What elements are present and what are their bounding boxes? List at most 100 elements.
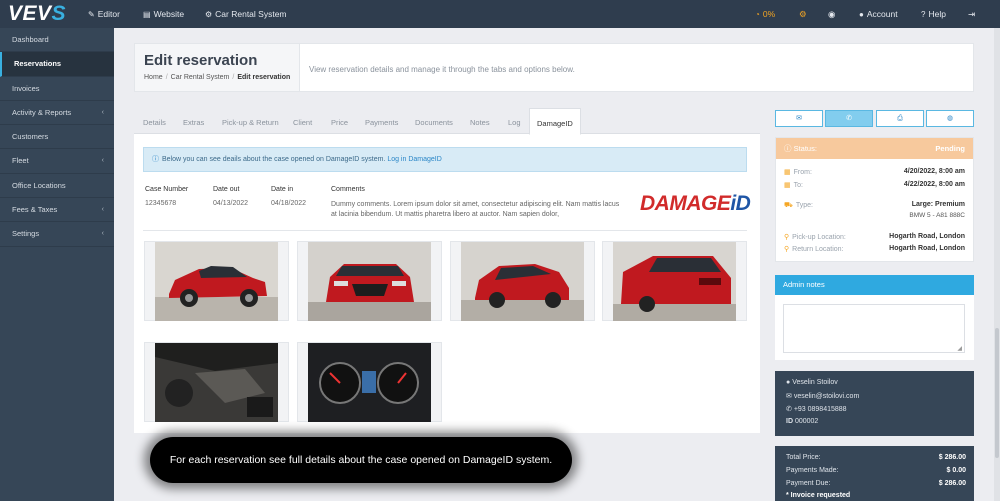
header-title-block: Edit reservation Home / Car Rental System /… [135, 44, 300, 91]
page-title: Edit reservation [144, 52, 258, 69]
return-value: Hogarth Road, London [889, 245, 965, 252]
chevron-left-icon: ‹ [101, 230, 104, 238]
help-link[interactable]: ? Help [921, 0, 946, 28]
tab-bar: Details Extras Pick-up & Return Client P… [134, 108, 760, 135]
sidebar: Dashboard Reservations Invoices Activity… [0, 28, 114, 501]
breadcrumb-car-rental[interactable]: Car Rental System [171, 74, 230, 81]
chevron-left-icon: ‹ [101, 108, 104, 116]
chevron-left-icon: ‹ [101, 157, 104, 165]
location-pin-icon: ⚲ [784, 234, 790, 241]
case-number-header: Case Number [145, 186, 189, 193]
client-email[interactable]: ✉ veselin@stoilovi.com [786, 392, 859, 400]
print-icon: ⎙ [897, 115, 903, 122]
admin-notes-title: Admin notes [775, 275, 974, 295]
divider [143, 230, 747, 231]
sidebar-item-reservations[interactable]: Reservations [0, 52, 114, 77]
tab-extras[interactable]: Extras [183, 108, 204, 134]
damageid-logo: DAMAGEiD [640, 192, 751, 215]
breadcrumb-home[interactable]: Home [144, 74, 163, 81]
invoice-requested: * Invoice requested [786, 492, 851, 499]
app-logo[interactable]: VEVS [8, 2, 66, 26]
settings-button[interactable]: ⚙ [799, 0, 807, 28]
call-button[interactable]: ✆ [825, 110, 873, 127]
logout-icon: ⇥ [968, 9, 976, 19]
to-label: ▦ To: [784, 182, 803, 189]
car-front-angle-photo [461, 242, 584, 321]
status-card: ⓘ Status: Pending ▦ From: 4/20/2022, 8:00 … [775, 137, 974, 262]
logout-button[interactable]: ⇥ [968, 0, 975, 28]
sidebar-item-activity-reports[interactable]: Activity & Reports ‹ [0, 101, 114, 126]
progress-indicator[interactable]: ◔ 0% [755, 0, 775, 28]
damageid-login-link[interactable]: Log in DamageID [387, 156, 441, 163]
globe-icon: ◍ [946, 115, 954, 122]
tab-log[interactable]: Log [508, 108, 521, 134]
type-label: ⛟ Type: [784, 202, 813, 209]
sidebar-item-settings[interactable]: Settings ‹ [0, 222, 114, 247]
client-phone[interactable]: ✆ +93 0898415888 [786, 405, 847, 413]
website-link[interactable]: ▤ Website [143, 0, 184, 28]
sidebar-item-fleet[interactable]: Fleet ‹ [0, 149, 114, 174]
editor-link[interactable]: ✎ Editor [88, 0, 120, 28]
preview-button[interactable]: ◉ [828, 0, 835, 28]
pickup-label: ⚲ Pick-up Location: [784, 234, 846, 241]
sidebar-item-fees-taxes[interactable]: Fees & Taxes ‹ [0, 198, 114, 223]
tab-pickup-return[interactable]: Pick-up & Return [222, 108, 279, 134]
page-description: View reservation details and manage it t… [309, 65, 575, 74]
admin-notes-card: Admin notes ◢ [775, 275, 974, 360]
account-link[interactable]: ● Account [859, 0, 898, 28]
envelope-icon: ✉ [786, 393, 794, 400]
envelope-icon: ✉ [796, 115, 802, 122]
sidebar-item-office-locations[interactable]: Office Locations [0, 174, 114, 199]
print-button[interactable]: ⎙ [876, 110, 924, 127]
caption-overlay: For each reservation see full details ab… [150, 437, 572, 483]
tab-details[interactable]: Details [143, 108, 166, 134]
web-button[interactable]: ◍ [926, 110, 974, 127]
car-rental-link[interactable]: ⚙ Car Rental System [205, 0, 287, 28]
pickup-value: Hogarth Road, London [889, 233, 965, 240]
status-badge: Pending [935, 144, 965, 153]
damage-photo-4[interactable] [602, 241, 747, 321]
payments-made-row: Payments Made: $ 0.00 [786, 467, 966, 474]
return-label: ⚲ Return Location: [784, 246, 844, 253]
payment-due-row: Payment Due: $ 286.00 [786, 480, 966, 487]
email-button[interactable]: ✉ [775, 110, 823, 127]
scrollbar-thumb[interactable] [995, 328, 999, 458]
type-value: Large: Premium [911, 201, 965, 208]
info-icon: ⓘ [784, 144, 794, 153]
user-icon: ● [859, 10, 864, 19]
admin-notes-textarea[interactable]: ◢ [783, 304, 965, 353]
sidebar-item-dashboard[interactable]: Dashboard [0, 28, 114, 53]
resize-grip-icon[interactable]: ◢ [957, 345, 962, 352]
damage-photo-6[interactable] [297, 342, 442, 422]
sidebar-item-invoices[interactable]: Invoices [0, 77, 114, 101]
sidebar-item-customers[interactable]: Customers [0, 125, 114, 150]
tab-price[interactable]: Price [331, 108, 348, 134]
page-header: Edit reservation Home / Car Rental System /… [134, 43, 974, 92]
page-scrollbar[interactable] [994, 28, 1000, 501]
car-icon: ⛟ [784, 202, 793, 209]
comments-header: Comments [331, 186, 365, 193]
date-in-header: Date in [271, 186, 294, 193]
top-bar: VEVS ✎ Editor ▤ Website ⚙ Car Rental System… [0, 0, 1000, 28]
type-vehicle: BMW 5 - A81 888C [909, 212, 965, 219]
damage-photo-1[interactable] [144, 241, 289, 321]
phone-icon: ✆ [786, 406, 794, 413]
tab-damageid[interactable]: DamageID [529, 108, 581, 135]
from-label: ▦ From: [784, 169, 812, 176]
breadcrumb: Home / Car Rental System / Edit reservation [144, 74, 291, 81]
car-side-photo [155, 242, 278, 321]
damage-photo-2[interactable] [297, 241, 442, 321]
damage-photo-5[interactable] [144, 342, 289, 422]
tab-client[interactable]: Client [293, 108, 312, 134]
tab-documents[interactable]: Documents [415, 108, 453, 134]
tab-notes[interactable]: Notes [470, 108, 490, 134]
calendar-icon: ▦ [784, 182, 791, 189]
case-number-value: 12345678 [145, 200, 177, 207]
progress-icon: ◔ [755, 10, 760, 19]
client-name: ● Veselin Stoilov [786, 379, 838, 386]
date-out-header: Date out [213, 186, 240, 193]
damage-photo-3[interactable] [450, 241, 595, 321]
tab-payments[interactable]: Payments [365, 108, 398, 134]
gear-icon: ⚙ [205, 10, 213, 19]
reservation-panel: Details Extras Pick-up & Return Client P… [134, 108, 760, 433]
